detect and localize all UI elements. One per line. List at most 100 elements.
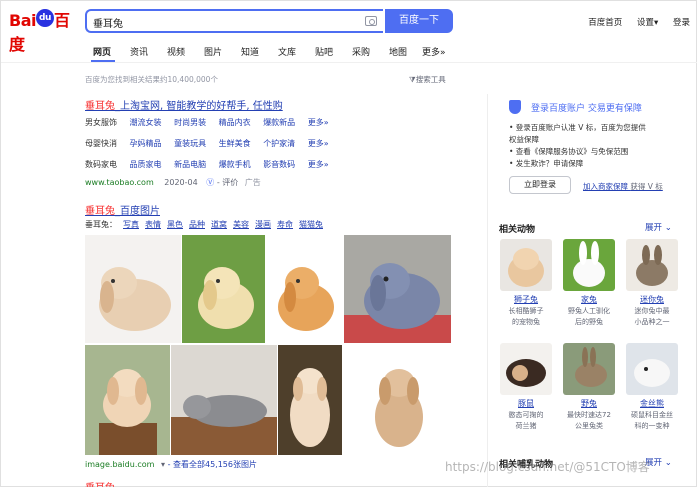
result-title-taobao[interactable]: 垂耳兔_上淘宝网, 智能教学的好帮手, 任性购 bbox=[85, 97, 283, 112]
animal-card-2[interactable]: 家兔 野兔人工驯化 后的野兔 bbox=[563, 239, 615, 327]
category-link[interactable]: 时尚男装 bbox=[174, 118, 206, 127]
image-tag[interactable]: 黑色 bbox=[167, 220, 183, 229]
tools-label: 搜索工具 bbox=[415, 75, 446, 84]
image-tag[interactable]: 写真 bbox=[123, 220, 139, 229]
tags-label: 垂耳兔： bbox=[85, 220, 117, 229]
rabbit-photo-7[interactable] bbox=[278, 345, 342, 455]
image-tag[interactable]: 美容 bbox=[233, 220, 249, 229]
category-row-3: 数码家电 品质家电 新品电脑 爆款手机 影音数码 更多» bbox=[85, 159, 339, 170]
category-link[interactable]: 爆款新品 bbox=[263, 118, 295, 127]
image-tag[interactable]: 寿命 bbox=[277, 220, 293, 229]
join-merchant-link[interactable]: 加入商家保障 获得 V 标 bbox=[583, 181, 663, 192]
category-link[interactable]: 新品电脑 bbox=[174, 160, 206, 169]
join-suffix: 获得 V 标 bbox=[630, 182, 663, 191]
animal-desc: 科的一变种 bbox=[634, 422, 670, 430]
animal-desc: 迷你兔中最 bbox=[634, 307, 670, 315]
image-tag[interactable]: 道窝 bbox=[211, 220, 227, 229]
category-link[interactable]: 品质家电 bbox=[130, 160, 162, 169]
image-tag[interactable]: 猫猫兔 bbox=[299, 220, 323, 229]
animal-name: 豚鼠 bbox=[518, 399, 534, 408]
eval-link[interactable]: - 评价 bbox=[217, 178, 238, 187]
baidu-logo[interactable]: Bai du 百度 bbox=[9, 7, 79, 54]
rabbit-photo-5[interactable] bbox=[85, 345, 170, 455]
shield-icon bbox=[509, 100, 521, 114]
animal-image bbox=[563, 343, 615, 395]
rabbit-photo-4[interactable] bbox=[344, 235, 451, 343]
title-highlight: 垂耳兔 bbox=[85, 206, 115, 217]
tab-purchase[interactable]: 采购 bbox=[352, 45, 370, 58]
animal-card-3[interactable]: 迷你兔 迷你兔中最 小品种之一 bbox=[626, 239, 678, 327]
search-button[interactable]: 百度一下 bbox=[385, 9, 453, 33]
animal-desc: 硕鼠科目金丝 bbox=[631, 411, 673, 419]
title-rest: _百度图片 bbox=[115, 206, 160, 217]
tab-video[interactable]: 视频 bbox=[167, 45, 185, 58]
animal-card-4[interactable]: 豚鼠 憨态可掬的 荷兰猪 bbox=[500, 343, 552, 431]
animal-desc: 憨态可掬的 bbox=[508, 411, 544, 419]
title-rest: _上淘宝网, 智能教学的好帮手, 任性购 bbox=[115, 101, 283, 112]
view-all-images-link[interactable]: - 查看全部45,156张图片 bbox=[168, 460, 257, 469]
result-title-images[interactable]: 垂耳兔_百度图片 bbox=[85, 202, 160, 217]
settings-link[interactable]: 设置▾ bbox=[637, 18, 658, 28]
animal-image bbox=[626, 343, 678, 395]
animal-card-1[interactable]: 狮子兔 长相酷狮子 的宠物兔 bbox=[500, 239, 552, 327]
category-link[interactable]: 精品内衣 bbox=[219, 118, 251, 127]
tab-images[interactable]: 图片 bbox=[204, 45, 222, 58]
animal-image bbox=[563, 239, 615, 291]
ad-label: 广告 bbox=[244, 178, 261, 187]
category-link[interactable]: 童装玩具 bbox=[174, 139, 206, 148]
animal-card-5[interactable]: 野兔 最快时速达72 公里兔类 bbox=[563, 343, 615, 431]
tab-news[interactable]: 资讯 bbox=[130, 45, 148, 58]
login-now-button[interactable]: 立即登录 bbox=[509, 176, 571, 194]
rabbit-photo-2[interactable] bbox=[182, 235, 265, 343]
home-link[interactable]: 百度首页 bbox=[588, 18, 622, 28]
login-link[interactable]: 登录 bbox=[673, 18, 690, 28]
rabbit-photo-8[interactable] bbox=[343, 345, 451, 455]
expand-label: 展开 bbox=[645, 223, 663, 233]
category-link[interactable]: 影音数码 bbox=[263, 160, 295, 169]
related-animals-title: 相关动物 bbox=[499, 225, 536, 235]
tab-tieba[interactable]: 贴吧 bbox=[315, 45, 333, 58]
result-url[interactable]: www.taobao.com bbox=[85, 178, 154, 187]
join-link-label[interactable]: 加入商家保障 bbox=[583, 182, 628, 191]
animal-desc: 小品种之一 bbox=[634, 318, 670, 326]
more-link[interactable]: 更多» bbox=[308, 160, 329, 169]
chevron-down-icon: ⌄ bbox=[664, 458, 672, 468]
animal-desc: 野兔人工驯化 bbox=[568, 307, 610, 315]
result-date: 2020-04 bbox=[164, 178, 198, 187]
category-link[interactable]: 潮流女装 bbox=[130, 118, 162, 127]
category-link[interactable]: 个护家清 bbox=[263, 139, 295, 148]
search-input[interactable]: 垂耳兔 bbox=[85, 9, 383, 33]
rabbit-photo-3[interactable] bbox=[266, 235, 343, 343]
image-source-url[interactable]: image.baidu.com bbox=[85, 460, 154, 469]
animal-image bbox=[500, 343, 552, 395]
category-link[interactable]: 生鲜美食 bbox=[219, 139, 251, 148]
rabbit-photo-6[interactable] bbox=[171, 345, 277, 455]
image-tag[interactable]: 漫画 bbox=[255, 220, 271, 229]
search-tools[interactable]: ⧩搜索工具 bbox=[409, 74, 446, 85]
tab-web[interactable]: 网页 bbox=[93, 45, 111, 58]
tab-map[interactable]: 地图 bbox=[389, 45, 407, 58]
paw-icon: du bbox=[35, 9, 54, 27]
image-tag[interactable]: 品种 bbox=[189, 220, 205, 229]
animal-desc: 长相酷狮子 bbox=[508, 307, 544, 315]
next-result-title-cut[interactable]: 垂耳兔 bbox=[85, 479, 145, 487]
rabbit-photo-1[interactable] bbox=[85, 235, 181, 343]
animal-name: 野兔 bbox=[581, 399, 597, 408]
tab-zhidao[interactable]: 知道 bbox=[241, 45, 259, 58]
animal-card-6[interactable]: 金丝熊 硕鼠科目金丝 科的一变种 bbox=[626, 343, 678, 431]
chevron-down-icon[interactable]: ▾ bbox=[161, 460, 165, 469]
nav-tabs: 网页 资讯 视频 图片 知道 文库 贴吧 采购 地图 更多» bbox=[1, 41, 697, 63]
login-line-4[interactable]: • 发生欺诈？申请保障 bbox=[509, 158, 583, 169]
camera-icon[interactable] bbox=[365, 16, 377, 26]
animal-desc: 公里兔类 bbox=[575, 422, 603, 430]
category-link[interactable]: 爆款手机 bbox=[219, 160, 251, 169]
tab-more[interactable]: 更多» bbox=[422, 45, 446, 58]
related-animals-expand[interactable]: 展开 ⌄ bbox=[645, 221, 672, 233]
more-link[interactable]: 更多» bbox=[308, 139, 329, 148]
more-link[interactable]: 更多» bbox=[308, 118, 329, 127]
login-line-3[interactable]: • 查看《保障服务协议》与免保范围 bbox=[509, 146, 628, 157]
result-count: 百度为您找到相关结果约10,400,000个 bbox=[85, 75, 218, 84]
tab-wenku[interactable]: 文库 bbox=[278, 45, 296, 58]
image-tag[interactable]: 表情 bbox=[145, 220, 161, 229]
category-link[interactable]: 孕妈精品 bbox=[130, 139, 162, 148]
